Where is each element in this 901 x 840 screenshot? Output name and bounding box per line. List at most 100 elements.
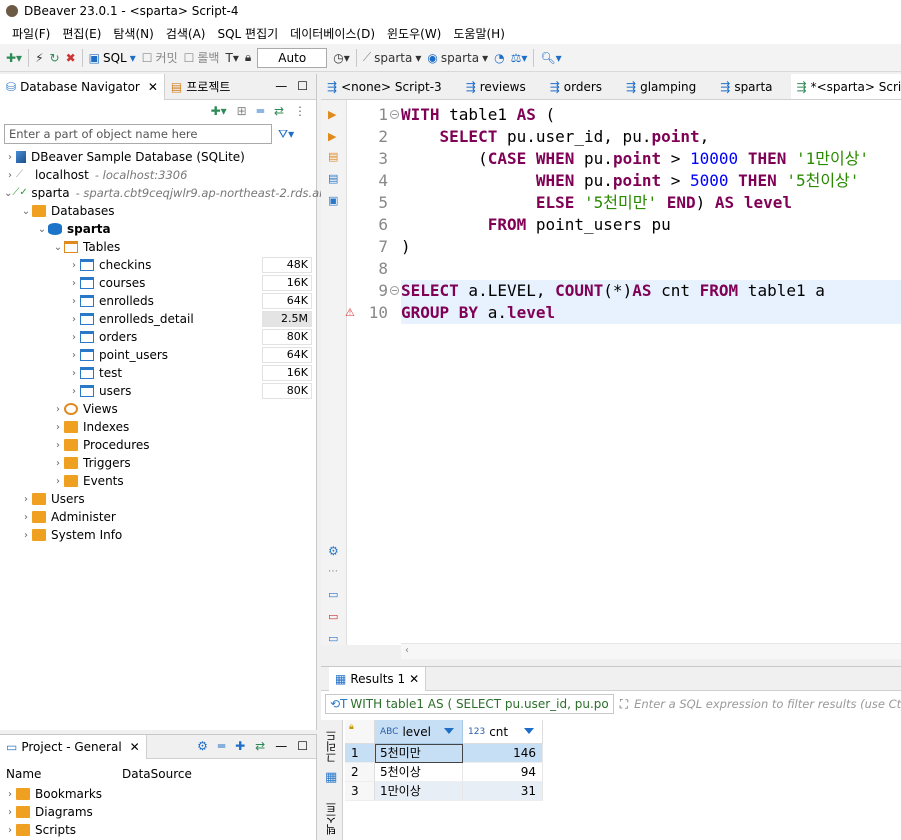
tree-item-table[interactable]: › orders 80K — [0, 328, 316, 346]
cell-level[interactable]: 5천미만 — [375, 744, 463, 763]
cell-cnt[interactable]: 146 — [463, 744, 543, 763]
cell-level[interactable]: 5천이상 — [375, 763, 463, 782]
export-icon[interactable]: ▭ — [328, 588, 340, 601]
format-icon[interactable]: ▭ — [328, 610, 340, 623]
terminal-icon[interactable]: ▣ — [328, 194, 340, 207]
tree-item-table[interactable]: › test 16K — [0, 364, 316, 382]
column-datasource-header[interactable]: DataSource — [122, 767, 192, 781]
grid-view-tab[interactable]: 그리드 — [324, 730, 340, 763]
tab-script-4[interactable]: ⇶ *<sparta> Script-4 — [790, 74, 901, 99]
table-row[interactable]: 2 5천이상 94 — [345, 763, 901, 782]
expand-arrow-icon[interactable]: › — [20, 530, 32, 541]
sort-dropdown-icon[interactable] — [444, 728, 454, 734]
expand-arrow-icon[interactable]: › — [68, 386, 80, 397]
auto-commit-mode[interactable]: Auto — [257, 47, 328, 68]
expand-arrow-icon[interactable]: › — [52, 458, 64, 469]
collapse-arrow-icon[interactable]: ⌄ — [36, 224, 48, 235]
expand-arrow-icon[interactable]: › — [68, 278, 80, 289]
tree-item-triggers[interactable]: › Triggers — [0, 454, 316, 472]
connect-plug-icon[interactable]: ⚡ — [35, 51, 43, 65]
menu-search[interactable]: 검색(A) — [160, 25, 212, 42]
active-datasource-selector[interactable]: ⟋ sparta ▾ — [363, 50, 422, 65]
expand-arrow-icon[interactable]: › — [68, 314, 80, 325]
new-folder-icon[interactable]: ⊞ — [237, 104, 247, 118]
tree-item-procedures[interactable]: › Procedures — [0, 436, 316, 454]
expand-arrow-icon[interactable]: › — [20, 494, 32, 505]
view-menu-icon[interactable]: ⋮ — [294, 104, 306, 118]
new-connection-button[interactable]: ✚▾ — [6, 51, 22, 65]
expand-arrow-icon[interactable]: › — [4, 152, 16, 163]
tree-item-administer[interactable]: › Administer — [0, 508, 316, 526]
maximize-icon[interactable]: ☐ — [297, 79, 308, 93]
expand-arrow-icon[interactable]: › — [68, 332, 80, 343]
menu-database[interactable]: 데이터베이스(D) — [284, 25, 381, 42]
search-icon[interactable]: 🔍︎▾ — [540, 51, 561, 65]
tree-item-sample-db[interactable]: › DBeaver Sample Database (SQLite) — [0, 148, 316, 166]
table-row[interactable]: 3 1만이상 31 — [345, 782, 901, 801]
menu-help[interactable]: 도움말(H) — [447, 25, 511, 42]
project-item-scripts[interactable]: › Scripts — [0, 821, 316, 839]
expand-arrow-icon[interactable]: › — [52, 422, 64, 433]
tree-item-table[interactable]: › users 80K — [0, 382, 316, 400]
fold-toggle-icon[interactable]: − — [390, 286, 399, 295]
execute-in-new-tab-icon[interactable]: ▶ — [328, 130, 340, 143]
tab-script-3[interactable]: ⇶ <none> Script-3 — [321, 74, 460, 99]
expand-arrow-icon[interactable]: › — [68, 296, 80, 307]
project-item-diagrams[interactable]: › Diagrams — [0, 803, 316, 821]
menu-edit[interactable]: 편집(E) — [56, 25, 107, 42]
expand-arrow-icon[interactable]: › — [20, 512, 32, 523]
minimize-icon[interactable]: — — [275, 739, 287, 753]
tree-item-table[interactable]: › checkins 48K — [0, 256, 316, 274]
link-editor-icon[interactable]: ⇄ — [274, 104, 284, 118]
cell-cnt[interactable]: 94 — [463, 763, 543, 782]
cell-level[interactable]: 1만이상 — [375, 782, 463, 801]
settings-gear-icon[interactable]: ⚙ — [328, 544, 340, 558]
column-name-header[interactable]: Name — [6, 767, 122, 781]
link-editor-icon[interactable]: ⇄ — [255, 739, 265, 753]
maximize-icon[interactable]: ☐ — [297, 739, 308, 753]
tree-item-system-info[interactable]: › System Info — [0, 526, 316, 544]
commit-button[interactable]: ☐ 커밋 — [142, 49, 178, 66]
rollback-button[interactable]: ☐ 롤백 — [184, 49, 220, 66]
settings-gear-icon[interactable]: ⚙ — [197, 739, 208, 753]
menu-window[interactable]: 윈도우(W) — [381, 25, 447, 42]
compare-icon[interactable]: ⚖▾ — [511, 51, 528, 65]
menu-navigate[interactable]: 탐색(N) — [107, 25, 159, 42]
cell-cnt[interactable]: 31 — [463, 782, 543, 801]
query-preview[interactable]: ⟲T WITH table1 AS ( SELECT pu.user_id, p… — [325, 694, 614, 714]
expand-icon[interactable]: ⛶ — [620, 697, 628, 712]
object-filter-input[interactable]: Enter a part of object name here — [4, 124, 272, 144]
sort-dropdown-icon[interactable] — [524, 728, 534, 734]
tree-item-tables[interactable]: ⌄ Tables — [0, 238, 316, 256]
tree-item-table[interactable]: › enrolleds_detail 2.5M — [0, 310, 316, 328]
tab-project-general[interactable]: ▭ Project - General ✕ — [0, 734, 147, 759]
expand-arrow-icon[interactable]: › — [68, 368, 80, 379]
expand-arrow-icon[interactable]: › — [4, 807, 16, 818]
grid-view-icon[interactable]: ▦ — [325, 770, 337, 785]
column-header-cnt[interactable]: 123 cnt — [463, 720, 543, 744]
tab-database-navigator[interactable]: ⛁ Database Navigator ✕ — [0, 73, 165, 100]
tab-orders[interactable]: ⇶ orders — [544, 74, 620, 99]
tab-project[interactable]: ▤ 프로젝트 — [165, 74, 237, 100]
explain-plan-icon[interactable]: ▤ — [328, 172, 340, 185]
close-icon[interactable]: ✕ — [130, 740, 140, 754]
tab-reviews[interactable]: ⇶ reviews — [460, 74, 544, 99]
tree-item-table[interactable]: › courses 16K — [0, 274, 316, 292]
menu-file[interactable]: 파일(F) — [6, 25, 56, 42]
scroll-left-icon[interactable]: ‹ — [405, 645, 409, 656]
collapse-arrow-icon[interactable]: ⌄ — [4, 188, 12, 199]
transaction-mode-icon[interactable]: T▾ — [225, 51, 238, 65]
filter-funnel-icon[interactable]: ⛛▾ — [278, 127, 294, 142]
text-view-tab[interactable]: 텍스트 — [324, 802, 340, 835]
tree-item-table[interactable]: › point_users 64K — [0, 346, 316, 364]
tree-item-indexes[interactable]: › Indexes — [0, 418, 316, 436]
history-icon[interactable]: ◷▾ — [333, 51, 350, 65]
execute-script-icon[interactable]: ▤ — [328, 150, 340, 163]
lock-icon[interactable]: 🔒︎ — [245, 50, 251, 65]
tree-item-events[interactable]: › Events — [0, 472, 316, 490]
tree-item-databases[interactable]: ⌄ Databases — [0, 202, 316, 220]
collapse-all-icon[interactable]: ═ — [257, 104, 264, 118]
column-header-level[interactable]: ABC level — [375, 720, 463, 744]
menu-sql-editor[interactable]: SQL 편집기 — [211, 25, 284, 42]
collapse-arrow-icon[interactable]: ⌄ — [52, 242, 64, 253]
